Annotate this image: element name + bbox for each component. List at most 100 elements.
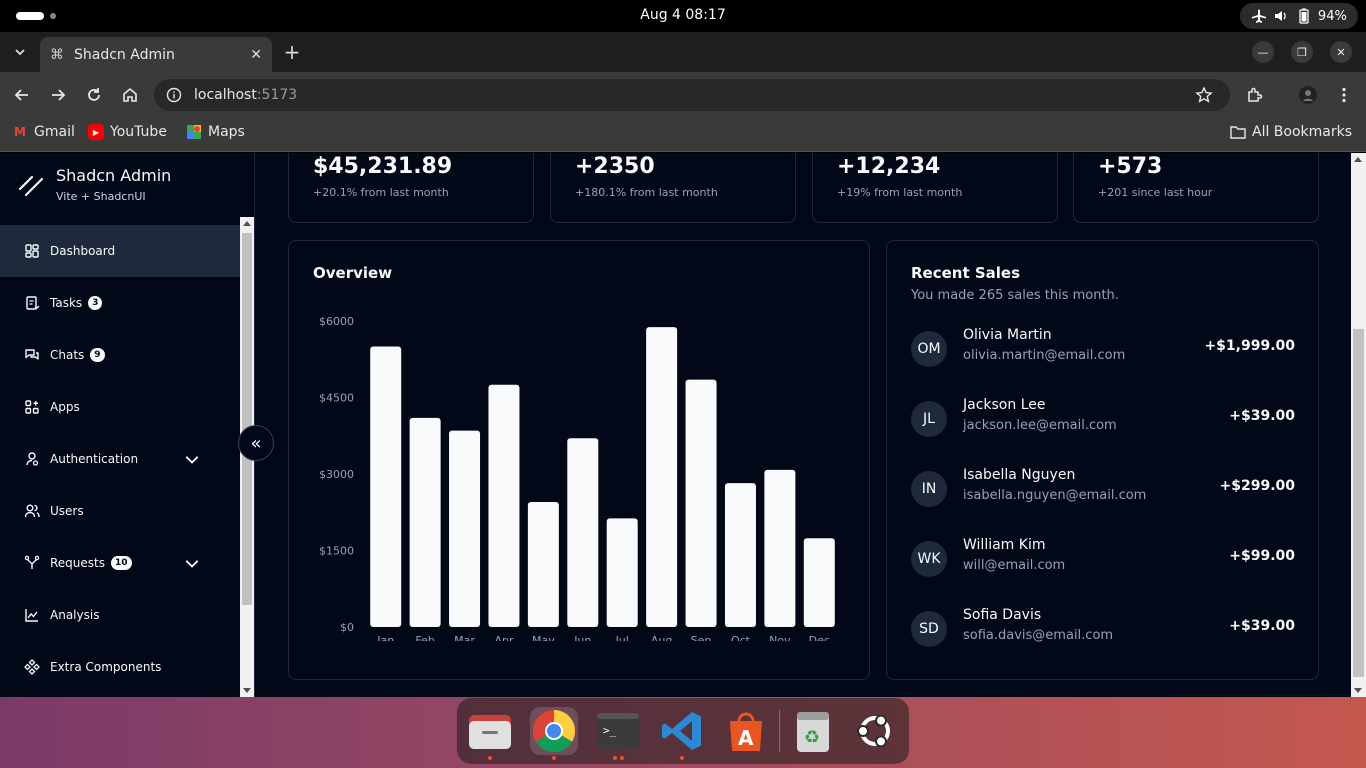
avatar: JL — [911, 401, 947, 437]
sidebar-item-label: Analysis — [50, 608, 100, 622]
sidebar-item-extra-components[interactable]: Extra Components — [0, 641, 240, 693]
folder-icon — [1230, 126, 1246, 139]
youtube-icon: ▶ — [88, 124, 104, 140]
stat-card-subscriptions: +2350 +180.1% from last month — [550, 153, 796, 223]
system-tray[interactable]: 94% — [1240, 3, 1358, 29]
scroll-down-arrow[interactable] — [1354, 688, 1362, 693]
requests-icon — [24, 555, 40, 569]
sidebar-item-dashboard[interactable]: Dashboard — [0, 225, 240, 277]
x-tick-label: Dec — [809, 634, 830, 641]
sidebar-item-authentication[interactable]: Authentication — [0, 433, 240, 485]
stat-subtext: +201 since last hour — [1098, 186, 1213, 199]
bar-oct[interactable] — [724, 483, 756, 627]
sidebar-item-apps[interactable]: Apps — [0, 381, 240, 433]
sidebar-item-tasks[interactable]: Tasks 3 — [0, 277, 240, 329]
chrome-icon[interactable] — [530, 707, 578, 755]
bar-jun[interactable] — [567, 438, 599, 627]
main-scrollbar[interactable] — [1351, 153, 1366, 697]
back-button[interactable] — [10, 83, 34, 107]
arrow-left-icon — [14, 89, 28, 101]
bar-jan[interactable] — [370, 346, 402, 628]
bar-dec[interactable] — [803, 538, 835, 627]
all-bookmarks-button[interactable]: All Bookmarks — [1230, 124, 1352, 140]
sale-row: OM Olivia Martin olivia.martin@email.com… — [911, 327, 1295, 371]
stat-subtext: +180.1% from last month — [575, 186, 718, 199]
app-center-icon[interactable]: A — [722, 707, 770, 755]
sale-name: William Kim — [963, 537, 1046, 553]
sale-email: sofia.davis@email.com — [963, 628, 1114, 643]
bar-feb[interactable] — [409, 417, 441, 627]
vscode-icon[interactable] — [658, 707, 706, 755]
sale-row: SD Sofia Davis sofia.davis@email.com +$3… — [911, 607, 1295, 651]
bookmark-gmail[interactable]: M Gmail — [12, 124, 75, 140]
apps-icon — [25, 400, 39, 414]
brand-header[interactable]: Shadcn Admin Vite + ShadcnUI — [0, 153, 240, 217]
scrollbar-thumb[interactable] — [242, 233, 252, 605]
files-icon[interactable] — [466, 707, 514, 755]
more-vertical-icon — [1342, 87, 1346, 103]
bar-jul[interactable] — [606, 518, 638, 627]
browser-tab[interactable]: ⌘ Shadcn Admin ✕ — [40, 37, 272, 72]
sidebar-item-users[interactable]: Users — [0, 485, 240, 537]
bookmark-star-button[interactable] — [1192, 83, 1216, 107]
star-icon — [1195, 86, 1213, 103]
sale-name: Jackson Lee — [963, 397, 1046, 413]
minimize-button[interactable]: — — [1252, 41, 1274, 63]
running-indicator — [488, 756, 492, 760]
sidebar-item-requests[interactable]: Requests 10 — [0, 537, 240, 589]
x-tick-label: May — [532, 634, 555, 641]
bar-mar[interactable] — [449, 430, 481, 627]
reload-button[interactable] — [82, 83, 106, 107]
stat-subtext: +19% from last month — [837, 186, 963, 199]
close-tab-icon[interactable]: ✕ — [250, 47, 262, 63]
clock[interactable]: Aug 4 08:17 — [0, 7, 1366, 23]
new-tab-button[interactable]: + — [280, 40, 304, 64]
collapse-sidebar-button[interactable]: « — [238, 425, 274, 461]
stat-card-active: +573 +201 since last hour — [1073, 153, 1319, 223]
bookmark-maps[interactable]: Maps — [186, 124, 245, 140]
chats-icon — [25, 349, 39, 360]
sidebar-item-chats[interactable]: Chats 9 — [0, 329, 240, 381]
scroll-down-arrow[interactable] — [243, 688, 251, 693]
sale-amount: +$39.00 — [1229, 408, 1295, 424]
bar-aug[interactable] — [646, 327, 678, 627]
url-host: localhost — [194, 87, 257, 103]
avatar: OM — [911, 331, 947, 367]
site-info-icon[interactable] — [166, 87, 182, 103]
x-tick-label: Oct — [731, 634, 751, 641]
running-indicator — [680, 756, 684, 760]
y-tick-label: $6000 — [319, 315, 354, 328]
battery-icon — [1299, 8, 1309, 24]
chevron-down-icon[interactable] — [184, 555, 200, 571]
bar-may[interactable] — [527, 502, 559, 627]
svg-text:♻: ♻ — [804, 727, 820, 748]
sidebar-item-analysis[interactable]: Analysis — [0, 589, 240, 641]
x-tick-label: Apr — [494, 634, 514, 641]
scrollbar-thumb[interactable] — [1353, 329, 1364, 677]
url-port: :5173 — [256, 87, 298, 103]
bar-nov[interactable] — [764, 469, 796, 627]
scroll-up-arrow[interactable] — [243, 221, 251, 226]
restore-button[interactable]: ❐ — [1291, 41, 1313, 63]
address-bar[interactable]: localhost:5173 — [154, 79, 1230, 111]
bar-apr[interactable] — [488, 384, 520, 627]
puzzle-icon — [1248, 87, 1263, 102]
extensions-button[interactable] — [1243, 83, 1267, 107]
tab-search-button[interactable] — [6, 39, 34, 65]
ubuntu-icon[interactable] — [851, 707, 899, 755]
battery-percent: 94% — [1317, 8, 1347, 24]
home-button[interactable] — [118, 83, 142, 107]
close-window-button[interactable]: ✕ — [1330, 41, 1352, 63]
terminal-icon[interactable]: >_ — [594, 707, 642, 755]
trash-icon[interactable]: ♻ — [789, 707, 837, 755]
bookmark-youtube[interactable]: ▶ YouTube — [88, 124, 167, 140]
forward-button[interactable] — [46, 83, 70, 107]
dock-separator — [779, 710, 780, 752]
profile-button[interactable] — [1296, 83, 1320, 107]
bar-sep[interactable] — [685, 379, 717, 627]
running-indicator — [620, 756, 624, 760]
stat-value: +12,234 — [837, 154, 941, 179]
browser-menu-button[interactable] — [1332, 83, 1356, 107]
chevron-down-icon[interactable] — [184, 451, 200, 467]
scroll-up-arrow[interactable] — [1354, 157, 1362, 162]
